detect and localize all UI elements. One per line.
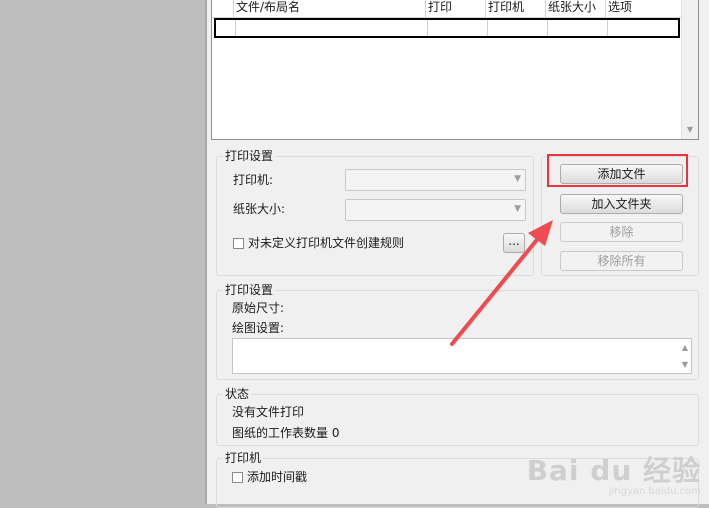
watermark: Bai du 经验 jingyan.baidu.com bbox=[527, 456, 701, 498]
annotation-arrow bbox=[450, 220, 553, 346]
watermark-logo: Bai du 经验 bbox=[526, 454, 701, 487]
watermark-url: jingyan.baidu.com bbox=[608, 486, 701, 497]
